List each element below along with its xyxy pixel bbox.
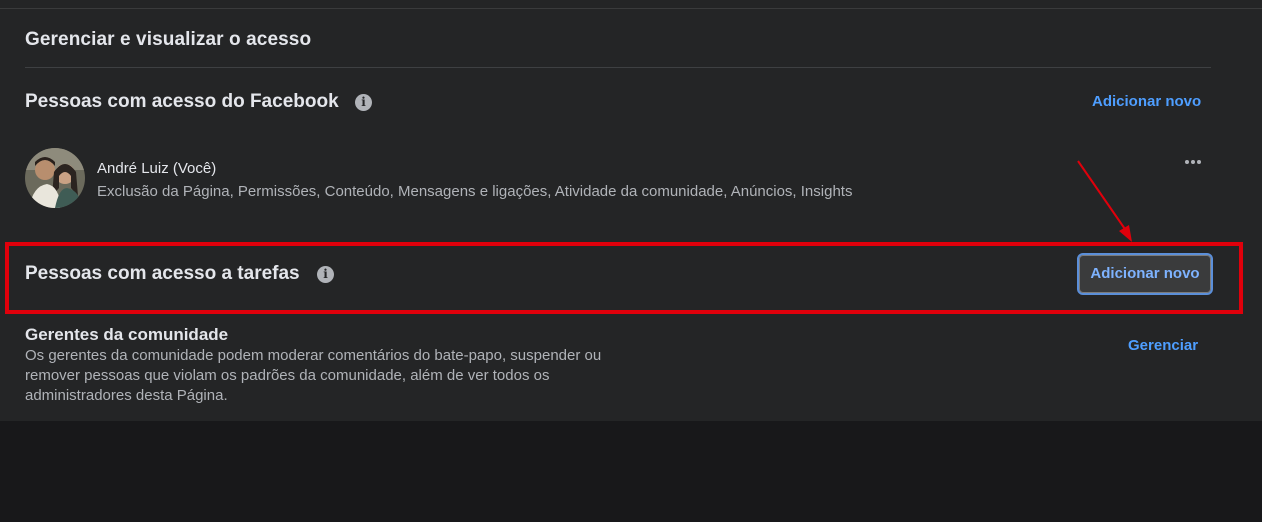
avatar-photo xyxy=(25,148,85,208)
info-icon[interactable]: i xyxy=(355,94,372,111)
page: Gerenciar e visualizar o acesso Pessoas … xyxy=(0,0,1262,522)
community-managers-title: Gerentes da comunidade xyxy=(25,325,229,344)
facebook-access-title: Pessoas com acesso do Facebook xyxy=(25,91,339,112)
more-options-icon[interactable] xyxy=(1180,152,1206,172)
manage-community-button[interactable]: Gerenciar xyxy=(1128,337,1198,354)
top-divider xyxy=(0,8,1262,9)
community-managers-description: Os gerentes da comunidade podem moderar … xyxy=(25,347,602,404)
access-card: Gerenciar e visualizar o acesso Pessoas … xyxy=(0,0,1262,421)
avatar[interactable] xyxy=(25,148,85,208)
person-permissions: Exclusão da Página, Permissões, Conteúdo… xyxy=(97,183,853,200)
add-facebook-access-button[interactable]: Adicionar novo xyxy=(1092,93,1201,110)
person-name: André Luiz (Você) xyxy=(97,160,217,177)
page-title: Gerenciar e visualizar o acesso xyxy=(25,29,312,50)
annotation-highlight-box xyxy=(5,242,1243,314)
title-divider xyxy=(25,67,1211,68)
